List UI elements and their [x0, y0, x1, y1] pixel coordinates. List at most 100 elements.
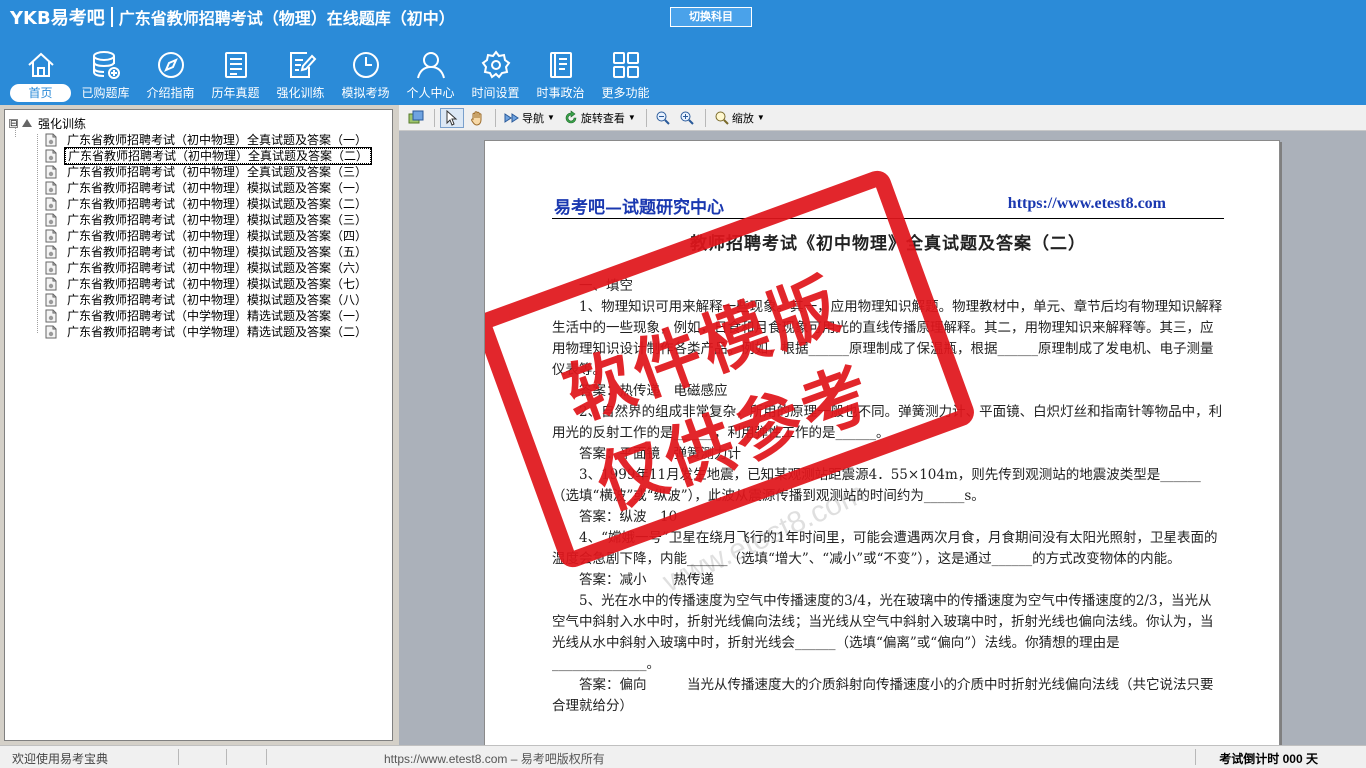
- tree-item[interactable]: 广东省教师招聘考试（初中物理）全真试题及答案（二）: [45, 147, 373, 165]
- book-icon: [549, 52, 572, 78]
- tree-item-label: 广东省教师招聘考试（初中物理）全真试题及答案（二）: [63, 147, 373, 165]
- document-page: 易考吧—试题研究中心 https://www.etest8.com 教师招聘考试…: [484, 140, 1280, 745]
- tree-item-label: 广东省教师招聘考试（初中物理）模拟试题及答案（七）: [67, 277, 368, 291]
- list-icon: [224, 52, 247, 78]
- hand-tool-button[interactable]: [466, 108, 488, 128]
- answer-paragraph: 答案：平面镜 弹簧测力计: [579, 446, 741, 462]
- nav-time-settings[interactable]: 时间设置: [463, 46, 528, 104]
- switch-subject-button[interactable]: 切换科目: [670, 7, 752, 27]
- tree-item-label: 广东省教师招聘考试（初中物理）模拟试题及答案（五）: [67, 245, 368, 259]
- status-bar: 欢迎使用易考宝典 https://www.etest8.com – 易考吧版权所…: [0, 745, 1366, 768]
- nav-label: 时间设置: [471, 86, 520, 100]
- document-icon: [45, 133, 57, 147]
- tree-item[interactable]: 广东省教师招聘考试（初中物理）全真试题及答案（三）: [45, 164, 371, 180]
- collapse-icon[interactable]: ⊟: [9, 118, 18, 128]
- main-nav: 首页 已购题库 介绍指南 历年真题 强化训练 模拟考场 个人中心 时间设置 时事…: [8, 46, 658, 104]
- clock-icon: [352, 52, 379, 78]
- answer-paragraph: 答案：纵波 10: [579, 509, 678, 525]
- navigation-dropdown[interactable]: 导航 ▼: [501, 108, 558, 128]
- document-icon: [45, 197, 57, 211]
- tree-item-label: 广东省教师招聘考试（初中物理）模拟试题及答案（四）: [67, 229, 368, 243]
- tree-item[interactable]: 广东省教师招聘考试（中学物理）精选试题及答案（二）: [45, 324, 371, 340]
- tree-item[interactable]: 广东省教师招聘考试（中学物理）精选试题及答案（一）: [45, 308, 371, 324]
- tree-item[interactable]: 广东省教师招聘考试（初中物理）模拟试题及答案（二）: [45, 196, 371, 212]
- document-brand: 易考吧—试题研究中心: [554, 198, 724, 218]
- tree-view[interactable]: ⊟ 强化训练 广东省教师招聘考试（初中物理）全真试题及答案（一） 广东省教师招聘考…: [4, 109, 393, 741]
- database-icon: [92, 51, 120, 79]
- select-tool-button[interactable]: [440, 107, 464, 128]
- app-header: YKB易考吧 广东省教师招聘考试（物理）在线题库（初中） 切换科目 首页 已购题库…: [0, 0, 1366, 105]
- tree-item[interactable]: 广东省教师招聘考试（初中物理）模拟试题及答案（五）: [45, 244, 371, 260]
- toolbar-divider: [495, 108, 496, 127]
- nav-more[interactable]: 更多功能: [593, 46, 658, 104]
- nav-guide[interactable]: 介绍指南: [138, 46, 203, 104]
- tree-item[interactable]: 广东省教师招聘考试（初中物理）模拟试题及答案（七）: [45, 276, 371, 292]
- question-paragraph: 5、光在水中的传播速度为空气中传播速度的3/4，光在玻璃中的传播速度为空气中传播…: [552, 593, 1214, 672]
- status-divider: [226, 749, 227, 765]
- document-viewer: 导航 ▼ 旋转查看 ▼ 缩放 ▼ 易考吧—试题研究中心 https://www.ete…: [399, 105, 1366, 745]
- nav-label: 个人中心: [406, 86, 455, 100]
- document-icon: [45, 261, 57, 275]
- tree-connector-lines: [15, 128, 38, 334]
- rotate-view-dropdown[interactable]: 旋转查看 ▼: [560, 108, 639, 128]
- edit-icon: [289, 52, 316, 78]
- document-icon: [45, 245, 57, 259]
- tree-item[interactable]: 广东省教师招聘考试（初中物理）模拟试题及答案（八）: [45, 292, 371, 308]
- status-welcome: 欢迎使用易考宝典: [12, 752, 109, 766]
- app-title: 广东省教师招聘考试（物理）在线题库（初中）: [118, 9, 455, 28]
- document-icon: [45, 229, 57, 243]
- nav-current-affairs[interactable]: 时事政治: [528, 46, 593, 104]
- document-body: 一、填空 1、物理知识可用来解释一些现象。其一，应用物理知识解题。物理教材中，单元…: [552, 276, 1224, 717]
- exam-countdown: 考试倒计时 000 天: [1219, 752, 1318, 766]
- tree-item[interactable]: 广东省教师招聘考试（初中物理）模拟试题及答案（一）: [45, 180, 371, 196]
- nav-training[interactable]: 强化训练: [268, 46, 333, 104]
- snapshot-icon: [408, 110, 424, 123]
- tree-root-label: 强化训练: [38, 116, 87, 131]
- tree-item[interactable]: 广东省教师招聘考试（初中物理）全真试题及答案（一）: [45, 132, 371, 148]
- document-icon: [45, 149, 57, 163]
- tree-root-node[interactable]: ⊟ 强化训练: [9, 115, 86, 131]
- question-paragraph: 2、自然界的组成非常复杂，所用的原理一般也不同。弹簧测力计、平面镜、白炽灯丝和指…: [552, 404, 1223, 441]
- nav-label: 强化训练: [276, 86, 325, 100]
- status-divider: [266, 749, 267, 765]
- tree-item-label: 广东省教师招聘考试（初中物理）模拟试题及答案（一）: [67, 181, 368, 195]
- document-icon: [45, 165, 57, 179]
- nav-past-papers[interactable]: 历年真题: [203, 46, 268, 104]
- document-icon: [45, 293, 57, 307]
- nav-home[interactable]: 首页: [8, 46, 73, 104]
- nav-mock-exam[interactable]: 模拟考场: [333, 46, 398, 104]
- page-scroll-area[interactable]: 易考吧—试题研究中心 https://www.etest8.com 教师招聘考试…: [399, 132, 1366, 745]
- zoom-in-icon: [680, 111, 694, 125]
- tree-item-label: 广东省教师招聘考试（初中物理）模拟试题及答案（八）: [67, 293, 368, 307]
- tree-item[interactable]: 广东省教师招聘考试（初中物理）模拟试题及答案（四）: [45, 228, 371, 244]
- logo-text: YKB易考吧: [10, 8, 105, 29]
- nav-label: 已购题库: [81, 86, 130, 100]
- question-paragraph: 4、“嫦娥一号”卫星在绕月飞行的1年时间里，可能会遭遇两次月食，月食期间没有太阳…: [552, 530, 1218, 567]
- nav-purchased[interactable]: 已购题库: [73, 46, 138, 104]
- answer-paragraph: 答案：偏向 当光从传播速度大的介质斜射向传播速度小的介质中时折射光线偏向法线（共…: [552, 677, 1214, 714]
- document-url: https://www.etest8.com: [1007, 195, 1166, 212]
- document-icon: [45, 213, 57, 227]
- nav-label: 介绍指南: [146, 86, 195, 100]
- nav-personal[interactable]: 个人中心: [398, 46, 463, 104]
- zoom-dropdown[interactable]: 缩放 ▼: [711, 108, 768, 128]
- tree-item-label: 广东省教师招聘考试（初中物理）模拟试题及答案（六）: [67, 261, 368, 275]
- question-paragraph: 1、物理知识可用来解释一些现象。其一，应用物理知识解题。物理教材中，单元、章节后…: [552, 299, 1223, 378]
- tree-item-label: 广东省教师招聘考试（初中物理）全真试题及答案（一）: [67, 133, 368, 147]
- zoom-in-button[interactable]: [676, 108, 698, 128]
- document-icon: [45, 325, 57, 339]
- tree-item[interactable]: 广东省教师招聘考试（初中物理）模拟试题及答案（三）: [45, 212, 371, 228]
- toolbar-divider: [434, 108, 435, 127]
- tree-item[interactable]: 广东省教师招聘考试（初中物理）模拟试题及答案（六）: [45, 260, 371, 276]
- navigation-icon: [504, 112, 519, 123]
- snapshot-button[interactable]: [405, 108, 427, 128]
- rotate-icon: [565, 109, 577, 123]
- chevron-down-icon: ▼: [547, 113, 555, 122]
- question-paragraph: 一、填空: [579, 278, 633, 294]
- document-header: 易考吧—试题研究中心 https://www.etest8.com: [552, 193, 1224, 219]
- document-title: 教师招聘考试《初中物理》全真试题及答案（二）: [690, 234, 1086, 254]
- zoom-out-button[interactable]: [652, 108, 674, 128]
- document-icon: [45, 181, 57, 195]
- navigation-label: 导航: [522, 112, 544, 125]
- grid-icon: [612, 52, 639, 78]
